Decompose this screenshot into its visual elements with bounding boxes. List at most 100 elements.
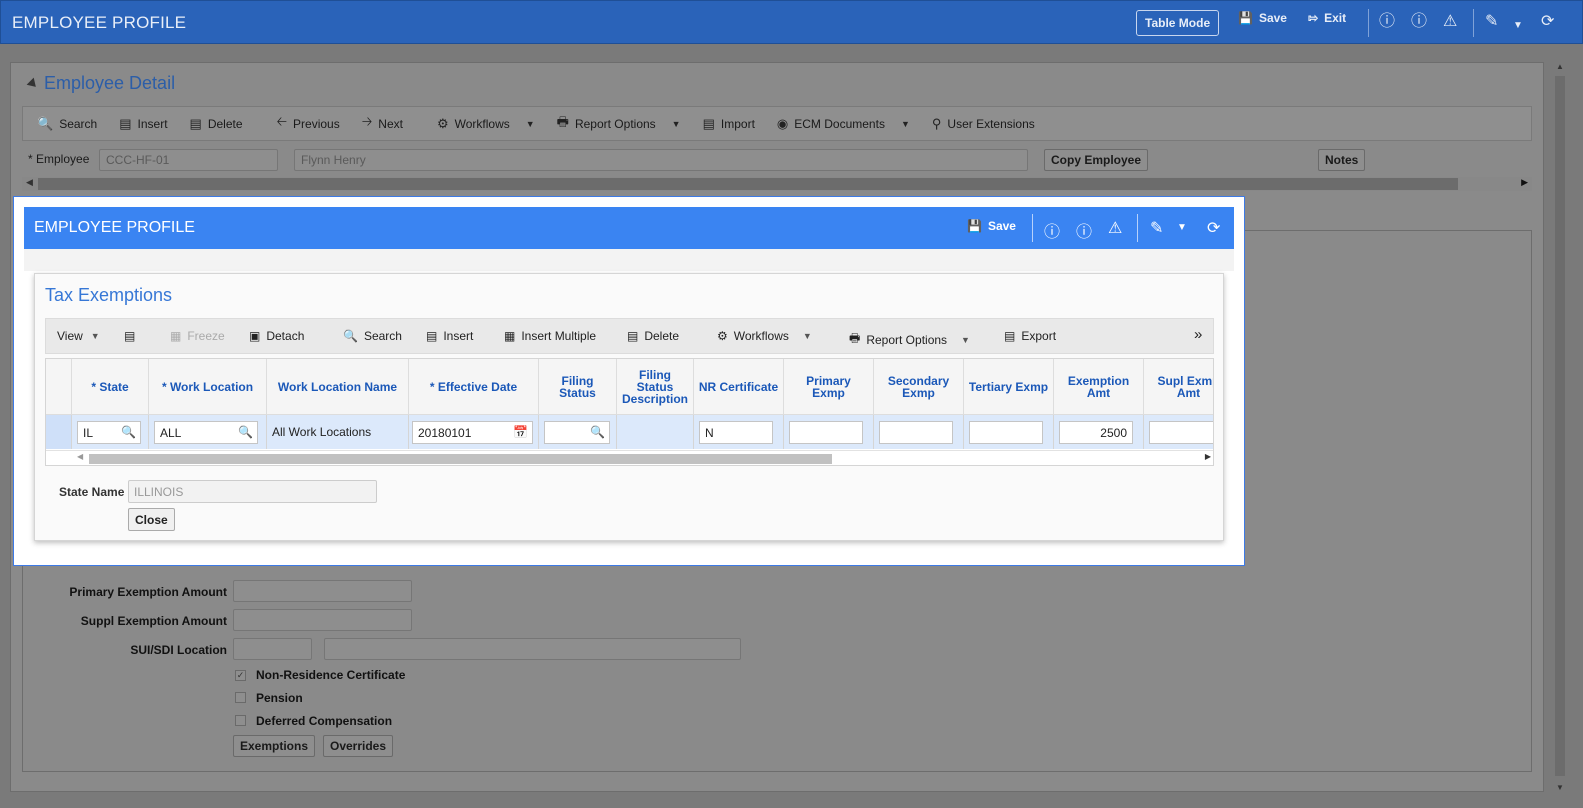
scroll-right-icon[interactable]: ▶: [1521, 177, 1528, 188]
grid-search-button[interactable]: 🔍 Search: [343, 329, 402, 343]
sui-sdi-name-field[interactable]: [324, 638, 741, 660]
chevron-down-icon[interactable]: ▼: [1177, 222, 1187, 233]
non-residence-checkbox[interactable]: ✓: [235, 670, 246, 681]
search-icon[interactable]: 🔍: [590, 425, 605, 439]
primary-exmp-input[interactable]: [789, 421, 863, 444]
column-header-nr-certificate[interactable]: NR Certificate: [694, 359, 784, 415]
chevron-down-icon[interactable]: ▼: [1513, 17, 1523, 35]
filter-icon[interactable]: ▤: [124, 329, 135, 343]
detail-insert-button[interactable]: ▤ Insert: [119, 116, 167, 132]
chevron-down-icon[interactable]: ▼: [672, 119, 681, 129]
column-header-work-location-name[interactable]: Work Location Name: [267, 359, 409, 415]
warning-icon[interactable]: ⚠: [1108, 218, 1122, 238]
chevron-down-icon[interactable]: ▼: [961, 335, 970, 345]
help-icon[interactable]: ⓘ: [1076, 218, 1092, 242]
overrides-button[interactable]: Overrides: [323, 735, 394, 757]
employee-id-field[interactable]: CCC-HF-01: [99, 149, 278, 171]
user-extensions-button[interactable]: ⚲ User Extensions: [932, 116, 1035, 132]
ecm-documents-button[interactable]: ◉ ECM Documents ▼: [777, 116, 910, 132]
grid-horizontal-scrollbar[interactable]: ◀ ▶: [46, 450, 1213, 465]
primary-exemption-field[interactable]: [233, 580, 412, 602]
insert-multiple-button[interactable]: ▦ Insert Multiple: [504, 329, 596, 343]
freeze-button[interactable]: ▦ Freeze: [170, 329, 225, 343]
column-header-state[interactable]: * State: [72, 359, 149, 415]
modal-save-button[interactable]: 💾 Save: [967, 219, 1016, 233]
work-location-input[interactable]: ALL 🔍: [154, 421, 258, 444]
exit-button[interactable]: ⇰ Exit: [1308, 11, 1346, 25]
column-header-tertiary-exmp[interactable]: Tertiary Exmp: [964, 359, 1054, 415]
effective-date-input[interactable]: 20180101 📅: [412, 421, 533, 444]
search-icon[interactable]: 🔍: [238, 425, 253, 439]
edit-icon[interactable]: ✎: [1150, 218, 1163, 238]
detail-report-options-button[interactable]: 🖶 Report Options ▼: [557, 113, 681, 135]
exemption-amt-input[interactable]: 2500: [1059, 421, 1133, 444]
detail-horizontal-scrollbar[interactable]: ◀ ▶: [22, 177, 1532, 191]
chevron-down-icon[interactable]: ▼: [526, 119, 535, 129]
refresh-icon[interactable]: ⟳: [1207, 218, 1220, 238]
column-header-supl-exmp-amt[interactable]: Supl Exmp Amt: [1144, 359, 1213, 415]
close-button[interactable]: Close: [128, 508, 175, 531]
scroll-left-icon[interactable]: ◀: [77, 452, 83, 461]
sui-sdi-code-field[interactable]: [233, 638, 312, 660]
scroll-right-icon[interactable]: ▶: [1205, 452, 1211, 461]
previous-button[interactable]: 🡠 Previous: [277, 113, 340, 135]
chevron-down-icon[interactable]: ▼: [901, 119, 910, 129]
nr-certificate-input[interactable]: N: [699, 421, 773, 444]
save-button[interactable]: 💾 Save: [1238, 11, 1287, 25]
state-name-field[interactable]: ILLINOIS: [128, 480, 377, 503]
detach-button[interactable]: ▣ Detach: [249, 329, 304, 343]
column-header-work-location[interactable]: * Work Location: [149, 359, 267, 415]
refresh-icon[interactable]: ⟳: [1541, 13, 1554, 31]
detail-search-button[interactable]: 🔍 Search: [37, 116, 97, 132]
pension-checkbox[interactable]: [235, 692, 246, 703]
employee-detail-header[interactable]: Employee Detail: [26, 73, 175, 94]
secondary-exmp-input[interactable]: [879, 421, 953, 444]
suppl-exemption-field[interactable]: [233, 609, 412, 631]
exemptions-button[interactable]: Exemptions: [233, 735, 316, 757]
employee-name-field[interactable]: Flynn Henry: [294, 149, 1028, 171]
scroll-down-icon[interactable]: ▼: [1556, 783, 1564, 792]
info-icon[interactable]: ⓘ: [1044, 218, 1060, 242]
help-icon[interactable]: ⓘ: [1411, 13, 1427, 31]
column-header-filing-status-description[interactable]: Filing Status Description: [617, 359, 694, 415]
more-chevrons-icon[interactable]: »: [1194, 326, 1202, 343]
chevron-down-icon[interactable]: ▼: [803, 331, 812, 341]
grid-report-options-button[interactable]: 🖶 Report Options ▼: [849, 329, 970, 350]
warning-icon[interactable]: ⚠: [1443, 13, 1457, 31]
scrollbar-thumb[interactable]: [1555, 76, 1565, 776]
scrollbar-thumb[interactable]: [38, 178, 1458, 190]
detail-delete-button[interactable]: ▤ Delete: [190, 116, 243, 132]
column-header-effective-date[interactable]: * Effective Date: [409, 359, 539, 415]
column-header-secondary-exmp[interactable]: Secondary Exmp: [874, 359, 964, 415]
edit-icon[interactable]: ✎: [1485, 13, 1498, 31]
copy-employee-button[interactable]: Copy Employee: [1044, 149, 1149, 171]
next-button[interactable]: 🡢 Next: [362, 113, 403, 135]
grid-insert-button[interactable]: ▤ Insert: [426, 329, 473, 343]
column-header-primary-exmp[interactable]: Primary Exmp: [784, 359, 874, 415]
import-button[interactable]: ▤ Import: [703, 116, 755, 132]
deferred-compensation-checkbox[interactable]: [235, 715, 246, 726]
info-icon[interactable]: ⓘ: [1379, 13, 1395, 31]
state-input[interactable]: IL 🔍: [77, 421, 141, 444]
notes-button[interactable]: Notes: [1318, 149, 1366, 171]
row-selector-header[interactable]: [46, 359, 72, 415]
column-header-exemption-amt[interactable]: Exemption Amt: [1054, 359, 1144, 415]
column-header-filing-status[interactable]: Filing Status: [539, 359, 617, 415]
export-button[interactable]: ▤ Export: [1004, 329, 1056, 343]
detail-workflows-button[interactable]: ⚙ Workflows ▼: [437, 116, 535, 132]
calendar-icon[interactable]: 📅: [513, 425, 528, 439]
table-mode-button[interactable]: Table Mode: [1136, 10, 1220, 36]
tertiary-exmp-input[interactable]: [969, 421, 1043, 444]
scrollbar-thumb[interactable]: [89, 454, 832, 464]
filing-status-input[interactable]: 🔍: [544, 421, 610, 444]
page-vertical-scrollbar[interactable]: ▲ ▼: [1554, 62, 1566, 792]
view-menu[interactable]: View ▼: [57, 329, 100, 343]
grid-workflows-button[interactable]: ⚙ Workflows ▼: [717, 329, 812, 343]
grid-delete-button[interactable]: ▤ Delete: [627, 329, 679, 343]
row-selector[interactable]: [46, 415, 72, 449]
scroll-left-icon[interactable]: ◀: [26, 177, 33, 188]
scroll-up-icon[interactable]: ▲: [1556, 62, 1564, 71]
collapse-triangle-icon[interactable]: [26, 77, 40, 90]
supl-exmp-amt-input[interactable]: [1149, 421, 1213, 444]
search-icon[interactable]: 🔍: [121, 425, 136, 439]
